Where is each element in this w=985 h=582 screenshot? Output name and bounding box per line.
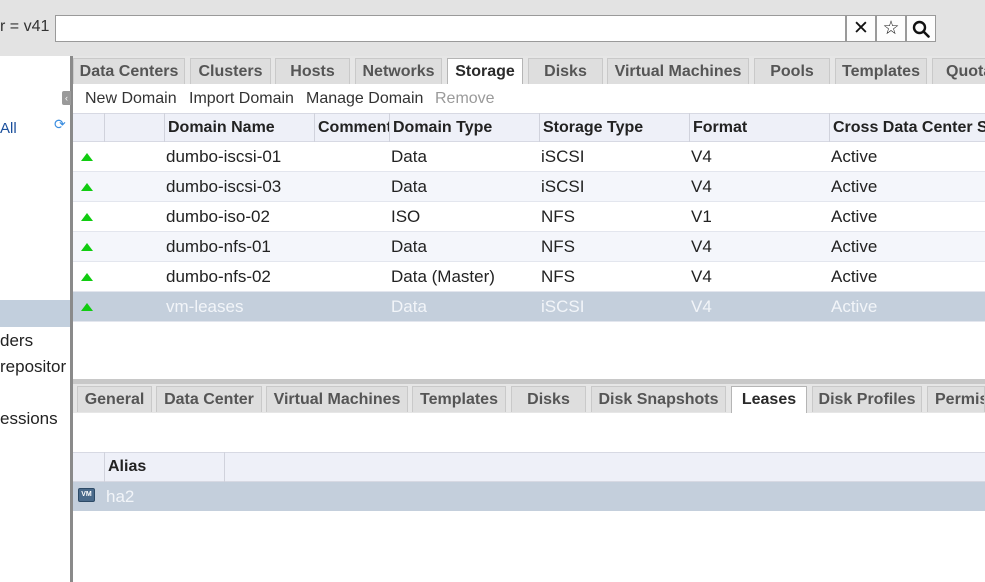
tree-selected-item[interactable]: [0, 300, 71, 327]
tab-disks[interactable]: Disks: [528, 58, 603, 84]
column-header-blank[interactable]: [104, 113, 165, 142]
cross-dc-status-cell: Active: [831, 207, 878, 226]
status-up-icon: [81, 213, 93, 221]
domain-type-cell: Data: [391, 147, 427, 166]
domain-name-cell: dumbo-nfs-02: [166, 267, 271, 286]
collapse-panel-icon[interactable]: ‹: [62, 91, 71, 105]
bookmark-button[interactable]: ☆: [876, 15, 906, 42]
search-icon: [912, 20, 930, 38]
domain-type-cell: ISO: [391, 207, 421, 226]
domain-type-cell: Data (Master): [391, 267, 495, 286]
status-up-icon: [81, 243, 93, 251]
cross-dc-status-cell: Active: [831, 147, 878, 166]
tab-quota[interactable]: Quota: [932, 58, 985, 84]
domain-type-cell: Data: [391, 177, 427, 196]
column-header-comment[interactable]: Comment: [314, 113, 389, 142]
format-cell: V4: [691, 237, 712, 256]
column-header-domain-type[interactable]: Domain Type: [389, 113, 539, 142]
tab-storage[interactable]: Storage: [447, 58, 523, 85]
column-header-alias[interactable]: Alias: [104, 452, 225, 482]
search-prefix: r = v41: [0, 18, 50, 35]
subtab-virtual-machines[interactable]: Virtual Machines: [266, 386, 408, 412]
tab-virtual-machines[interactable]: Virtual Machines: [607, 58, 749, 84]
storage-type-cell: NFS: [541, 237, 575, 256]
remove-button[interactable]: Remove: [435, 90, 495, 108]
storage-type-cell: iSCSI: [541, 177, 585, 196]
refresh-icon[interactable]: ⟳: [54, 116, 66, 133]
format-cell: V1: [691, 207, 712, 226]
subtab-general[interactable]: General: [77, 386, 152, 412]
status-up-icon: [81, 273, 93, 281]
storage-type-cell: NFS: [541, 267, 575, 286]
clear-search-button[interactable]: ✕: [846, 15, 876, 42]
table-row-selected[interactable]: vm-leases Data iSCSI V4 Active: [73, 292, 985, 322]
import-domain-button[interactable]: Import Domain: [189, 90, 294, 108]
domain-name-cell: dumbo-iscsi-03: [166, 177, 282, 196]
storage-type-cell: NFS: [541, 207, 575, 226]
table-row[interactable]: dumbo-iscsi-03 Data iSCSI V4 Active: [73, 172, 985, 202]
format-cell: V4: [691, 267, 712, 286]
subtab-leases[interactable]: Leases: [731, 386, 807, 413]
storage-type-cell: iSCSI: [541, 297, 585, 316]
close-icon: ✕: [853, 18, 869, 39]
column-header-cross-dc-status[interactable]: Cross Data Center Status: [829, 113, 985, 142]
format-cell: V4: [691, 177, 712, 196]
table-row[interactable]: dumbo-iscsi-01 Data iSCSI V4 Active: [73, 142, 985, 172]
domain-type-cell: Data: [391, 297, 427, 316]
search-button[interactable]: [906, 15, 936, 42]
subtab-data-center[interactable]: Data Center: [156, 386, 262, 412]
tree-item-all[interactable]: All: [0, 120, 17, 137]
manage-domain-button[interactable]: Manage Domain: [306, 90, 423, 108]
domain-type-cell: Data: [391, 237, 427, 256]
table-row[interactable]: dumbo-nfs-01 Data NFS V4 Active: [73, 232, 985, 262]
tree-item-providers[interactable]: ders: [0, 331, 33, 351]
subtab-disk-profiles[interactable]: Disk Profiles: [812, 386, 922, 412]
tab-data-centers[interactable]: Data Centers: [73, 58, 185, 84]
tab-hosts[interactable]: Hosts: [275, 58, 350, 84]
cross-dc-status-cell: Active: [831, 267, 878, 286]
status-up-icon: [81, 153, 93, 161]
tab-networks[interactable]: Networks: [355, 58, 442, 84]
storage-type-cell: iSCSI: [541, 147, 585, 166]
subtab-disks[interactable]: Disks: [511, 386, 586, 412]
table-row[interactable]: dumbo-iso-02 ISO NFS V1 Active: [73, 202, 985, 232]
domain-name-cell: vm-leases: [166, 297, 244, 316]
new-domain-button[interactable]: New Domain: [85, 90, 177, 108]
status-up-icon: [81, 303, 93, 311]
column-header-storage-type[interactable]: Storage Type: [539, 113, 689, 142]
domain-name-cell: dumbo-iscsi-01: [166, 147, 282, 166]
tree-item-sessions[interactable]: essions: [0, 409, 58, 429]
table-row[interactable]: dumbo-nfs-02 Data (Master) NFS V4 Active: [73, 262, 985, 292]
format-cell: V4: [691, 147, 712, 166]
tree-item-repository[interactable]: repositor: [0, 357, 66, 377]
subtab-templates[interactable]: Templates: [412, 386, 506, 412]
domain-name-cell: dumbo-nfs-01: [166, 237, 271, 256]
column-header-format[interactable]: Format: [689, 113, 829, 142]
cross-dc-status-cell: Active: [831, 177, 878, 196]
search-input[interactable]: [55, 15, 846, 42]
column-header-domain-name[interactable]: Domain Name: [164, 113, 315, 142]
status-up-icon: [81, 183, 93, 191]
cross-dc-status-cell: Active: [831, 297, 878, 316]
domain-name-cell: dumbo-iso-02: [166, 207, 270, 226]
leases-table-row[interactable]: [73, 482, 985, 511]
tab-templates[interactable]: Templates: [835, 58, 927, 84]
cross-dc-status-cell: Active: [831, 237, 878, 256]
star-icon: ☆: [882, 18, 900, 39]
subtab-permissions[interactable]: Permissions: [927, 386, 985, 412]
format-cell: V4: [691, 297, 712, 316]
tab-pools[interactable]: Pools: [754, 58, 830, 84]
tab-clusters[interactable]: Clusters: [190, 58, 271, 84]
alias-cell: ha2: [106, 487, 135, 506]
vm-icon: VM: [78, 488, 95, 502]
subtab-disk-snapshots[interactable]: Disk Snapshots: [591, 386, 726, 412]
